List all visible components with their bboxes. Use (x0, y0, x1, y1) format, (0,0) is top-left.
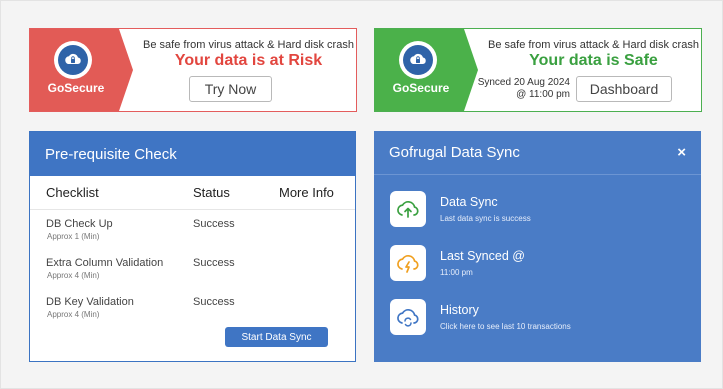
check-approx: Approx 4 (Min) (47, 271, 100, 280)
cloud-refresh-icon (390, 299, 426, 335)
table-row: Extra Column Validation Approx 4 (Min) S… (30, 249, 355, 288)
check-status: Success (193, 296, 235, 308)
sync-item-title: History (440, 303, 479, 317)
safe-banner: GoSecure Be safe from virus attack & Har… (374, 28, 702, 112)
check-name: Extra Column Validation (46, 257, 164, 269)
check-status: Success (193, 218, 235, 230)
brand-name: GoSecure (392, 81, 450, 95)
synced-date: Synced 20 Aug 2024 (477, 77, 570, 88)
cloud-lock-icon (410, 53, 426, 64)
column-more-info: More Info (279, 185, 334, 200)
table-header: Checklist Status More Info (30, 176, 355, 210)
gosecure-logo (399, 41, 437, 79)
sync-item-title: Last Synced @ (440, 249, 525, 263)
check-status: Success (193, 257, 235, 269)
safe-headline: Your data is Safe (529, 52, 658, 69)
risk-headline: Your data is at Risk (174, 52, 323, 69)
sync-item-data-sync[interactable]: Data Sync Last data sync is success (390, 191, 531, 227)
gosecure-logo (54, 41, 92, 79)
dashboard-button[interactable]: Dashboard (576, 76, 672, 102)
card-title: Pre-requisite Check (30, 132, 355, 176)
cloud-upload-icon (390, 191, 426, 227)
check-approx: Approx 1 (Min) (47, 232, 100, 241)
column-status: Status (193, 185, 230, 200)
table-row: DB Check Up Approx 1 (Min) Success (30, 210, 355, 249)
sync-item-subtitle: Last data sync is success (440, 214, 531, 223)
sync-item-subtitle: 11:00 pm (440, 268, 473, 277)
stage: GoSecure Be safe from virus attack & Har… (0, 0, 723, 389)
synced-info: Synced 20 Aug 2024 @ 11:00 pm (474, 77, 570, 101)
brand-name: GoSecure (47, 81, 105, 95)
sync-item-last-synced[interactable]: Last Synced @ 11:00 pm (390, 245, 525, 281)
synced-time: @ 11:00 pm (516, 89, 570, 100)
sync-item-history[interactable]: History Click here to see last 10 transa… (390, 299, 571, 335)
sync-item-title: Data Sync (440, 195, 498, 209)
table-row: DB Key Validation Approx 4 (Min) Success (30, 288, 355, 327)
prerequisite-card: Pre-requisite Check Checklist Status Mor… (29, 131, 356, 362)
cloud-lightning-icon (390, 245, 426, 281)
tagline: Be safe from virus attack & Hard disk cr… (143, 39, 354, 51)
sync-item-subtitle: Click here to see last 10 transactions (440, 322, 571, 331)
sync-title: Gofrugal Data Sync (389, 144, 520, 161)
sync-header: Gofrugal Data Sync × (374, 131, 701, 175)
brand-panel: GoSecure (375, 29, 478, 111)
close-icon[interactable]: × (677, 144, 686, 161)
start-data-sync-button[interactable]: Start Data Sync (225, 327, 328, 347)
data-sync-card: Gofrugal Data Sync × Data Sync Last data… (374, 131, 701, 362)
risk-banner: GoSecure Be safe from virus attack & Har… (29, 28, 357, 112)
try-now-button[interactable]: Try Now (189, 76, 272, 102)
tagline: Be safe from virus attack & Hard disk cr… (488, 39, 699, 51)
check-approx: Approx 4 (Min) (47, 310, 100, 319)
cloud-lock-icon (65, 53, 81, 64)
column-checklist: Checklist (46, 185, 99, 200)
check-name: DB Check Up (46, 218, 113, 230)
brand-panel: GoSecure (30, 29, 133, 111)
check-name: DB Key Validation (46, 296, 134, 308)
